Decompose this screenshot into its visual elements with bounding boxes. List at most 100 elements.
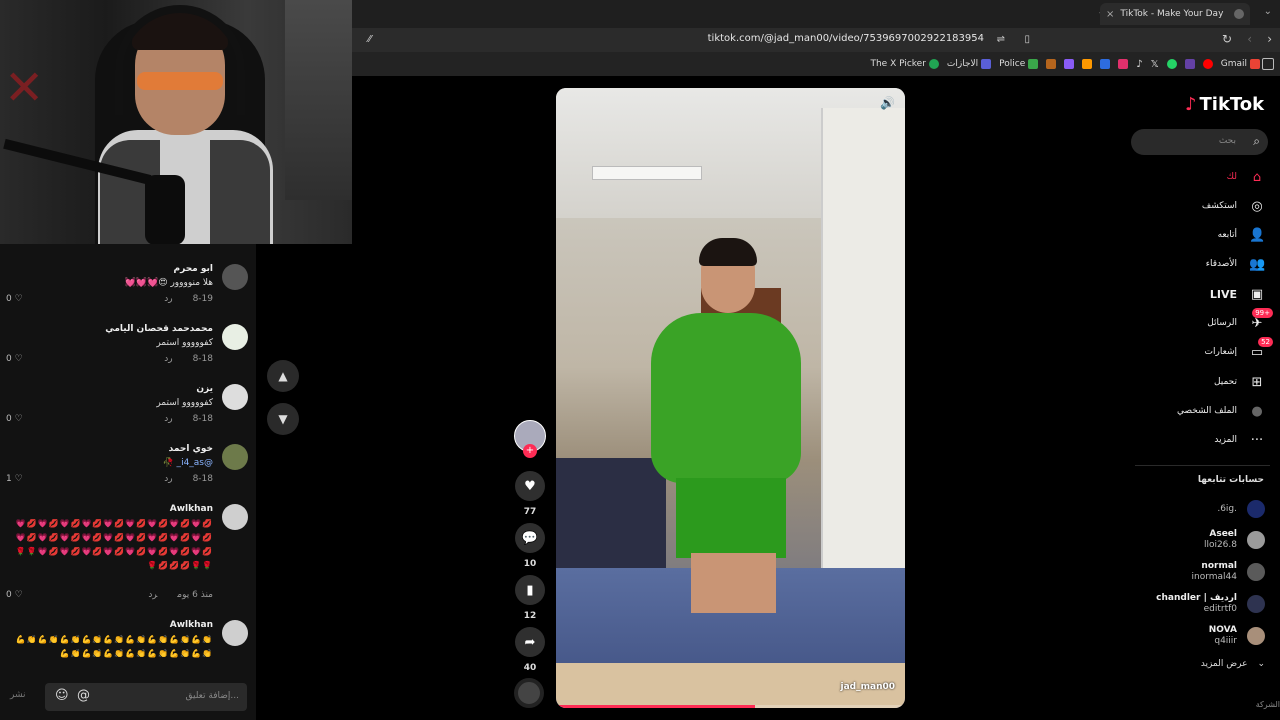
bookmark-youtube[interactable] (1202, 59, 1213, 69)
emoji-icon[interactable]: ☺ (55, 688, 69, 703)
tiktok-logo[interactable]: ♪ TikTok (1185, 94, 1264, 115)
bookmark-twitch[interactable] (1184, 59, 1195, 69)
nav-more[interactable]: ··· المزيد (1214, 429, 1265, 451)
following-account[interactable]: NOVA q4iiir (1209, 624, 1265, 648)
comment-like[interactable]: 1 ♡ (6, 474, 23, 484)
avatar[interactable] (222, 620, 248, 646)
apps-grid-icon[interactable] (1262, 58, 1274, 70)
post-button[interactable]: نشر (10, 690, 26, 700)
bookmark-gmail[interactable]: Gmail (1221, 59, 1260, 69)
comment-like[interactable]: 0 ♡ (6, 354, 23, 364)
nav-notifications[interactable]: ▭ 52 إشعارات (1205, 336, 1273, 363)
bookmark-x-picker[interactable]: The X Picker (870, 59, 939, 69)
upload-plus-icon: ⊞ (1251, 374, 1263, 390)
comment-author[interactable]: يزن (196, 384, 213, 394)
video-person-shirt (651, 313, 801, 483)
see-more-link[interactable]: ⌄ عرض المزيد (1201, 659, 1265, 669)
avatar[interactable] (222, 444, 248, 470)
comment-author[interactable]: Awlkhan (170, 620, 213, 630)
bookmark-x[interactable]: 𝕏 (1151, 59, 1159, 70)
following-account[interactable]: Aseel lloi26.8 (1204, 528, 1265, 552)
site-settings-icon[interactable]: ⇌ (997, 34, 1005, 45)
reply-button[interactable]: رد (164, 474, 172, 484)
nav-explore[interactable]: ◎ استكشف (1202, 195, 1265, 217)
bookmark-tiktok[interactable]: ♪ (1136, 59, 1142, 70)
nav-messages[interactable]: ✈ 99+ الرسائل (1207, 307, 1273, 334)
bookmark-star-icon[interactable]: ▯ (1024, 34, 1030, 45)
previous-video-button[interactable]: ▲ (267, 360, 299, 392)
tiktok-favicon-icon (1234, 9, 1244, 19)
comment-button[interactable]: 💬 (515, 523, 545, 553)
search-placeholder: بحث (1218, 136, 1236, 146)
following-account[interactable]: normal inormal44 (1192, 560, 1265, 584)
url-field[interactable]: tiktok.com/@jad_man00/video/753969700292… (708, 33, 984, 44)
avatar[interactable] (222, 264, 248, 290)
comment-author[interactable]: خوي احمد (169, 444, 213, 454)
next-video-button[interactable]: ▼ (267, 403, 299, 435)
close-tab-icon[interactable]: × (1106, 9, 1114, 20)
mention-icon[interactable]: @ (77, 688, 90, 703)
save-button[interactable]: ▮ (515, 575, 545, 605)
bookmark-police[interactable]: Police (999, 59, 1039, 69)
search-input[interactable]: بحث ⌕ (1131, 129, 1268, 155)
comment-author[interactable]: Awlkhan (170, 504, 213, 514)
active-tab[interactable]: × TikTok - Make Your Day (1100, 3, 1250, 25)
bookmark-icon: ▮ (526, 582, 534, 598)
music-disc[interactable] (514, 678, 544, 708)
follow-plus-icon[interactable]: + (523, 444, 537, 458)
bookmark-vacations[interactable]: الاجازات (947, 59, 992, 69)
search-icon[interactable]: ⌕ (1253, 134, 1260, 149)
bookmark-misc-3[interactable] (1046, 59, 1057, 69)
comment-author[interactable]: ابو محرم (174, 264, 214, 274)
like-button[interactable]: ♥ (515, 471, 545, 501)
reply-button[interactable]: رد (164, 354, 172, 364)
tab-menu-icon[interactable]: ⌄ (1264, 6, 1272, 17)
nav-friends[interactable]: 👥 الأصدقاء (1206, 253, 1265, 275)
comment-like[interactable]: 0 ♡ (6, 414, 23, 424)
bookmark-misc-1[interactable] (1082, 59, 1093, 69)
notifications-badge: 52 (1258, 336, 1273, 347)
volume-icon[interactable]: 🔊 (880, 96, 895, 110)
avatar[interactable] (222, 504, 248, 530)
forward-icon[interactable]: ‹ (1247, 32, 1252, 46)
video-player[interactable]: 🔊 jad_man00 (556, 88, 905, 708)
comment-mention[interactable]: @i4_as_ 🥀 (162, 458, 213, 468)
company-link[interactable]: الشركة (1256, 700, 1280, 709)
bookmark-instagram[interactable] (1118, 59, 1129, 69)
nav-profile[interactable]: ● الملف الشخصي (1177, 400, 1265, 422)
twitch-icon (1184, 59, 1195, 69)
share-count: 40 (523, 663, 537, 673)
back-icon[interactable]: › (1267, 32, 1272, 46)
comment-meta: منذ 6 يوم رد (148, 590, 213, 600)
bookmark-translate[interactable] (1100, 59, 1111, 69)
comment-placeholder: إضافة تعليق... (185, 691, 239, 701)
extensions-icon[interactable]: ⁄⁄ (368, 34, 371, 45)
avatar (1247, 531, 1265, 549)
following-account[interactable]: .6ig. (1217, 497, 1265, 521)
chevron-up-icon: ▲ (278, 369, 288, 383)
avatar[interactable] (222, 324, 248, 350)
share-button[interactable]: ➦ (515, 627, 545, 657)
nav-following[interactable]: 👤 أتابعه (1218, 224, 1266, 246)
list-icon (981, 59, 992, 69)
comment-text: كفووووو استمر (156, 338, 213, 348)
avatar (1247, 627, 1265, 645)
video-person-shorts (676, 478, 786, 558)
reload-icon[interactable]: ↻ (1222, 32, 1232, 46)
comment-like[interactable]: 0 ♡ (6, 590, 23, 600)
address-bar: › ‹ ↻ ▯ ⇌ tiktok.com/@jad_man00/video/75… (352, 28, 1280, 52)
comment-input[interactable]: إضافة تعليق... ☺ @ (45, 683, 247, 711)
bookmark-misc-2[interactable] (1064, 59, 1075, 69)
comment-author[interactable]: محمدحمد قحصان اليامي (105, 324, 213, 334)
comment-date: منذ 6 يوم (177, 590, 213, 600)
bookmark-whatsapp[interactable] (1166, 59, 1177, 69)
reply-button[interactable]: رد (164, 294, 172, 304)
nav-live[interactable]: ▣ LIVE (1210, 283, 1265, 305)
avatar[interactable] (222, 384, 248, 410)
comment-like[interactable]: 0 ♡ (6, 294, 23, 304)
following-account[interactable]: chandler | ارديف editrtf0 (1156, 592, 1265, 616)
reply-button[interactable]: رد (164, 414, 172, 424)
nav-upload[interactable]: ⊞ تحميل (1214, 371, 1265, 393)
reply-button[interactable]: رد (148, 590, 157, 600)
nav-for-you[interactable]: ⌂ لك (1227, 166, 1265, 188)
